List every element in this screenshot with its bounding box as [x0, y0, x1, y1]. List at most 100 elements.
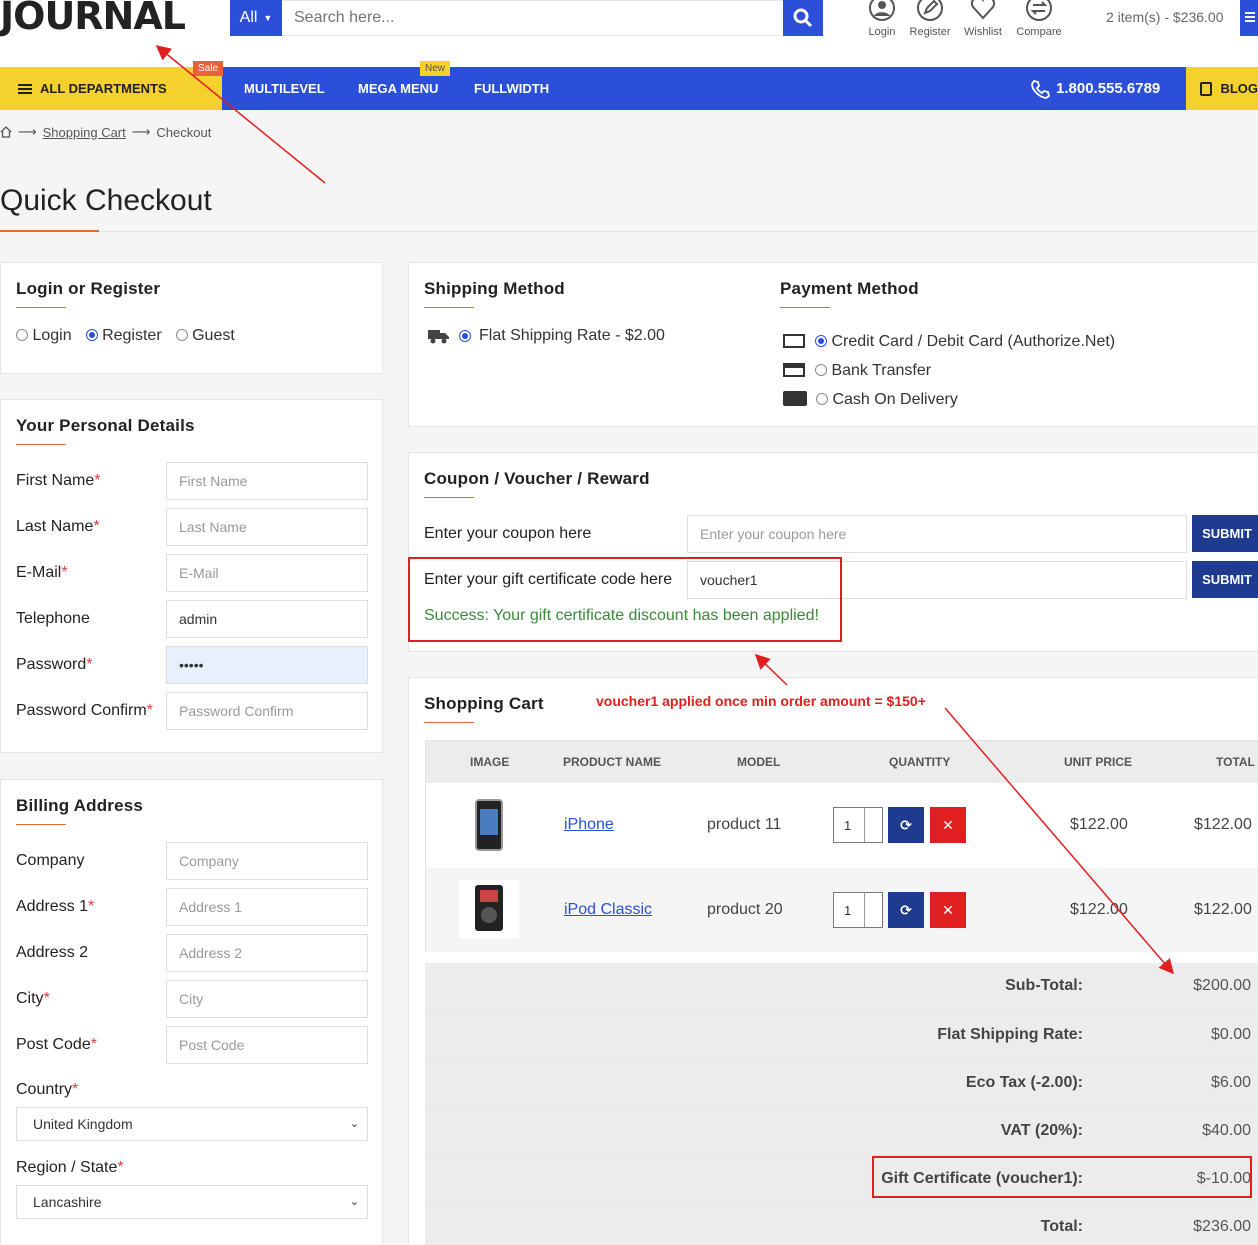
panel-underline	[16, 444, 66, 445]
remove-button[interactable]: ✕	[930, 892, 966, 928]
quantity-stepper[interactable]	[864, 808, 882, 842]
sale-badge: Sale	[193, 61, 224, 76]
totals-row: Flat Shipping Rate: $0.00	[425, 1011, 1258, 1059]
nav-item-fullwidth[interactable]: FULLWIDTH	[474, 67, 549, 110]
totals-label: Flat Shipping Rate:	[937, 1026, 1083, 1043]
chevron-down-icon: ⌄	[349, 1118, 359, 1130]
totals-value: $0.00	[1210, 1026, 1251, 1043]
product-link[interactable]: iPod Classic	[564, 901, 652, 919]
region-label: Region / State*	[16, 1159, 124, 1176]
search-input[interactable]	[282, 0, 783, 36]
quantity-input[interactable]: 1	[833, 807, 883, 843]
cart-totals: Sub-Total: $200.00 Flat Shipping Rate: $0.…	[425, 963, 1258, 1245]
phone-link[interactable]: 1.800.555.6789	[1030, 67, 1160, 110]
phone-icon	[1031, 79, 1050, 99]
panel-title: Your Personal Details	[16, 416, 195, 435]
field-label: Password*	[16, 656, 93, 673]
panel-title: Billing Address	[16, 796, 144, 815]
product-image-ipod[interactable]	[459, 880, 519, 938]
search-category-select[interactable]: All ▼	[230, 0, 282, 36]
new-badge: New	[420, 61, 451, 76]
field-label: Password Confirm*	[16, 702, 153, 719]
panel-title: Shopping Cart	[424, 694, 544, 713]
panel-underline	[424, 307, 474, 308]
field-label: Telephone	[16, 610, 90, 627]
update-button[interactable]: ⟳	[888, 807, 924, 843]
update-button[interactable]: ⟳	[888, 892, 924, 928]
unit-price: $122.00	[1070, 816, 1128, 833]
gift-certificate-submit-button[interactable]: SUBMIT	[1192, 561, 1258, 598]
nav-item-multilevel[interactable]: MULTILEVEL	[244, 67, 325, 110]
top-link-register[interactable]: Register	[900, 0, 960, 38]
top-link-compare[interactable]: Compare	[1009, 0, 1069, 38]
top-link-label: Compare	[1016, 26, 1062, 38]
field-label: City*	[16, 990, 50, 1007]
totals-row: Sub-Total: $200.00	[425, 963, 1258, 1011]
input-company[interactable]: Company	[166, 842, 368, 880]
coupon-submit-button[interactable]: SUBMIT	[1192, 515, 1258, 552]
breadcrumb-checkout: Checkout	[156, 124, 212, 140]
top-link-label: Wishlist	[964, 26, 1002, 38]
quantity-input[interactable]: 1	[833, 892, 883, 928]
quantity-stepper[interactable]	[864, 893, 882, 927]
payment-bank-transfer[interactable]: Bank Transfer	[783, 356, 1115, 385]
shipping-option[interactable]: Flat Shipping Rate - $2.00	[427, 327, 665, 345]
cart-table-header: IMAGE PRODUCT NAME MODEL QUANTITY UNIT P…	[426, 741, 1258, 783]
cart-summary[interactable]: 2 item(s) - $236.00	[1106, 9, 1224, 25]
column-header: UNIT PRICE	[1064, 755, 1133, 769]
field-label: Address 1*	[16, 898, 95, 915]
cart-table: IMAGE PRODUCT NAME MODEL QUANTITY UNIT P…	[425, 740, 1258, 952]
input-first-name[interactable]: First Name	[166, 462, 368, 500]
annotation-box	[872, 1156, 1252, 1198]
top-link-label: Register	[909, 26, 951, 38]
payment-cash-on-delivery[interactable]: Cash On Delivery	[783, 385, 1115, 414]
column-header: IMAGE	[470, 755, 510, 769]
login-register-panel: Login or Register Login Register Guest	[0, 262, 383, 374]
input-telephone[interactable]: admin	[166, 600, 368, 638]
heart-icon	[970, 0, 996, 20]
blog-menu[interactable]: BLOG	[1186, 67, 1258, 110]
chevron-down-icon: ⌄	[349, 1196, 359, 1208]
product-model: product 20	[707, 901, 783, 918]
input-address-2[interactable]: Address 2	[166, 934, 368, 972]
product-link[interactable]: iPhone	[564, 816, 614, 834]
input-city[interactable]: City	[166, 980, 368, 1018]
home-icon[interactable]	[0, 126, 12, 138]
input-password[interactable]: •••••	[166, 646, 368, 684]
remove-button[interactable]: ✕	[930, 807, 966, 843]
register-radio[interactable]: Register	[85, 327, 162, 345]
totals-value: $6.00	[1210, 1074, 1251, 1091]
search-button[interactable]	[783, 0, 823, 36]
country-select[interactable]: United Kingdom ⌄	[16, 1107, 368, 1141]
site-header: JOURNAL All ▼ Login Register Wishlist Com…	[0, 0, 1258, 67]
input-password-confirm[interactable]: Password Confirm	[166, 692, 368, 730]
all-departments-menu[interactable]: ALL DEPARTMENTS	[0, 67, 222, 110]
totals-row: Total: $236.00	[425, 1203, 1258, 1245]
site-logo[interactable]: JOURNAL	[0, 0, 186, 38]
input-e-mail[interactable]: E-Mail	[166, 554, 368, 592]
edit-icon	[917, 0, 943, 21]
breadcrumb: ⟶ Shopping Cart ⟶ Checkout	[0, 124, 211, 140]
title-underline	[0, 230, 99, 232]
input-post-code[interactable]: Post Code	[166, 1026, 368, 1064]
departments-label: ALL DEPARTMENTS	[40, 81, 167, 96]
top-link-wishlist[interactable]: Wishlist	[953, 0, 1013, 38]
payment-credit-card[interactable]: Credit Card / Debit Card (Authorize.Net)	[783, 327, 1115, 356]
guest-radio[interactable]: Guest	[175, 327, 235, 345]
arrow-right-icon: ⟶	[18, 124, 37, 139]
input-last-name[interactable]: Last Name	[166, 508, 368, 546]
top-link-label: Login	[868, 26, 896, 38]
column-header: MODEL	[737, 755, 781, 769]
cart-button[interactable]	[1240, 0, 1258, 36]
login-radio[interactable]: Login	[16, 327, 72, 345]
coupon-input[interactable]: Enter your coupon here	[687, 515, 1187, 553]
region-select[interactable]: Lancashire ⌄	[16, 1185, 368, 1219]
product-image-iphone[interactable]	[475, 799, 503, 851]
breadcrumb-shopping-cart[interactable]: Shopping Cart	[43, 125, 126, 140]
unit-price: $122.00	[1070, 901, 1128, 918]
country-label: Country*	[16, 1081, 79, 1098]
table-row: iPod Classic product 20 1 ⟳ ✕ $122.00 $1…	[426, 868, 1258, 952]
totals-value: $236.00	[1193, 1218, 1251, 1235]
input-address-1[interactable]: Address 1	[166, 888, 368, 926]
cash-icon	[783, 391, 807, 406]
